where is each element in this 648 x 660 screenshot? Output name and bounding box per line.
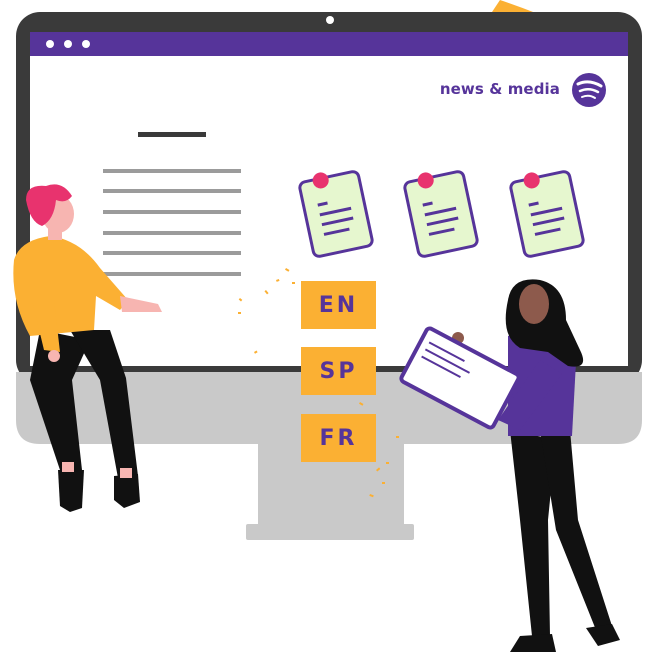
monitor-camera <box>326 16 334 24</box>
language-tag-fr[interactable]: FR <box>301 414 376 462</box>
language-tag-en[interactable]: EN <box>301 281 376 329</box>
language-tag-sp[interactable]: SP <box>301 347 376 395</box>
spotify-icon[interactable] <box>572 73 606 107</box>
window-dots-icon <box>46 40 90 48</box>
page-heading-line <box>138 132 206 137</box>
brand-label[interactable]: news & media <box>420 80 560 98</box>
browser-titlebar <box>30 32 628 56</box>
illustration-scene: news & media EN SP FR <box>0 0 648 655</box>
monitor-base <box>246 524 414 540</box>
